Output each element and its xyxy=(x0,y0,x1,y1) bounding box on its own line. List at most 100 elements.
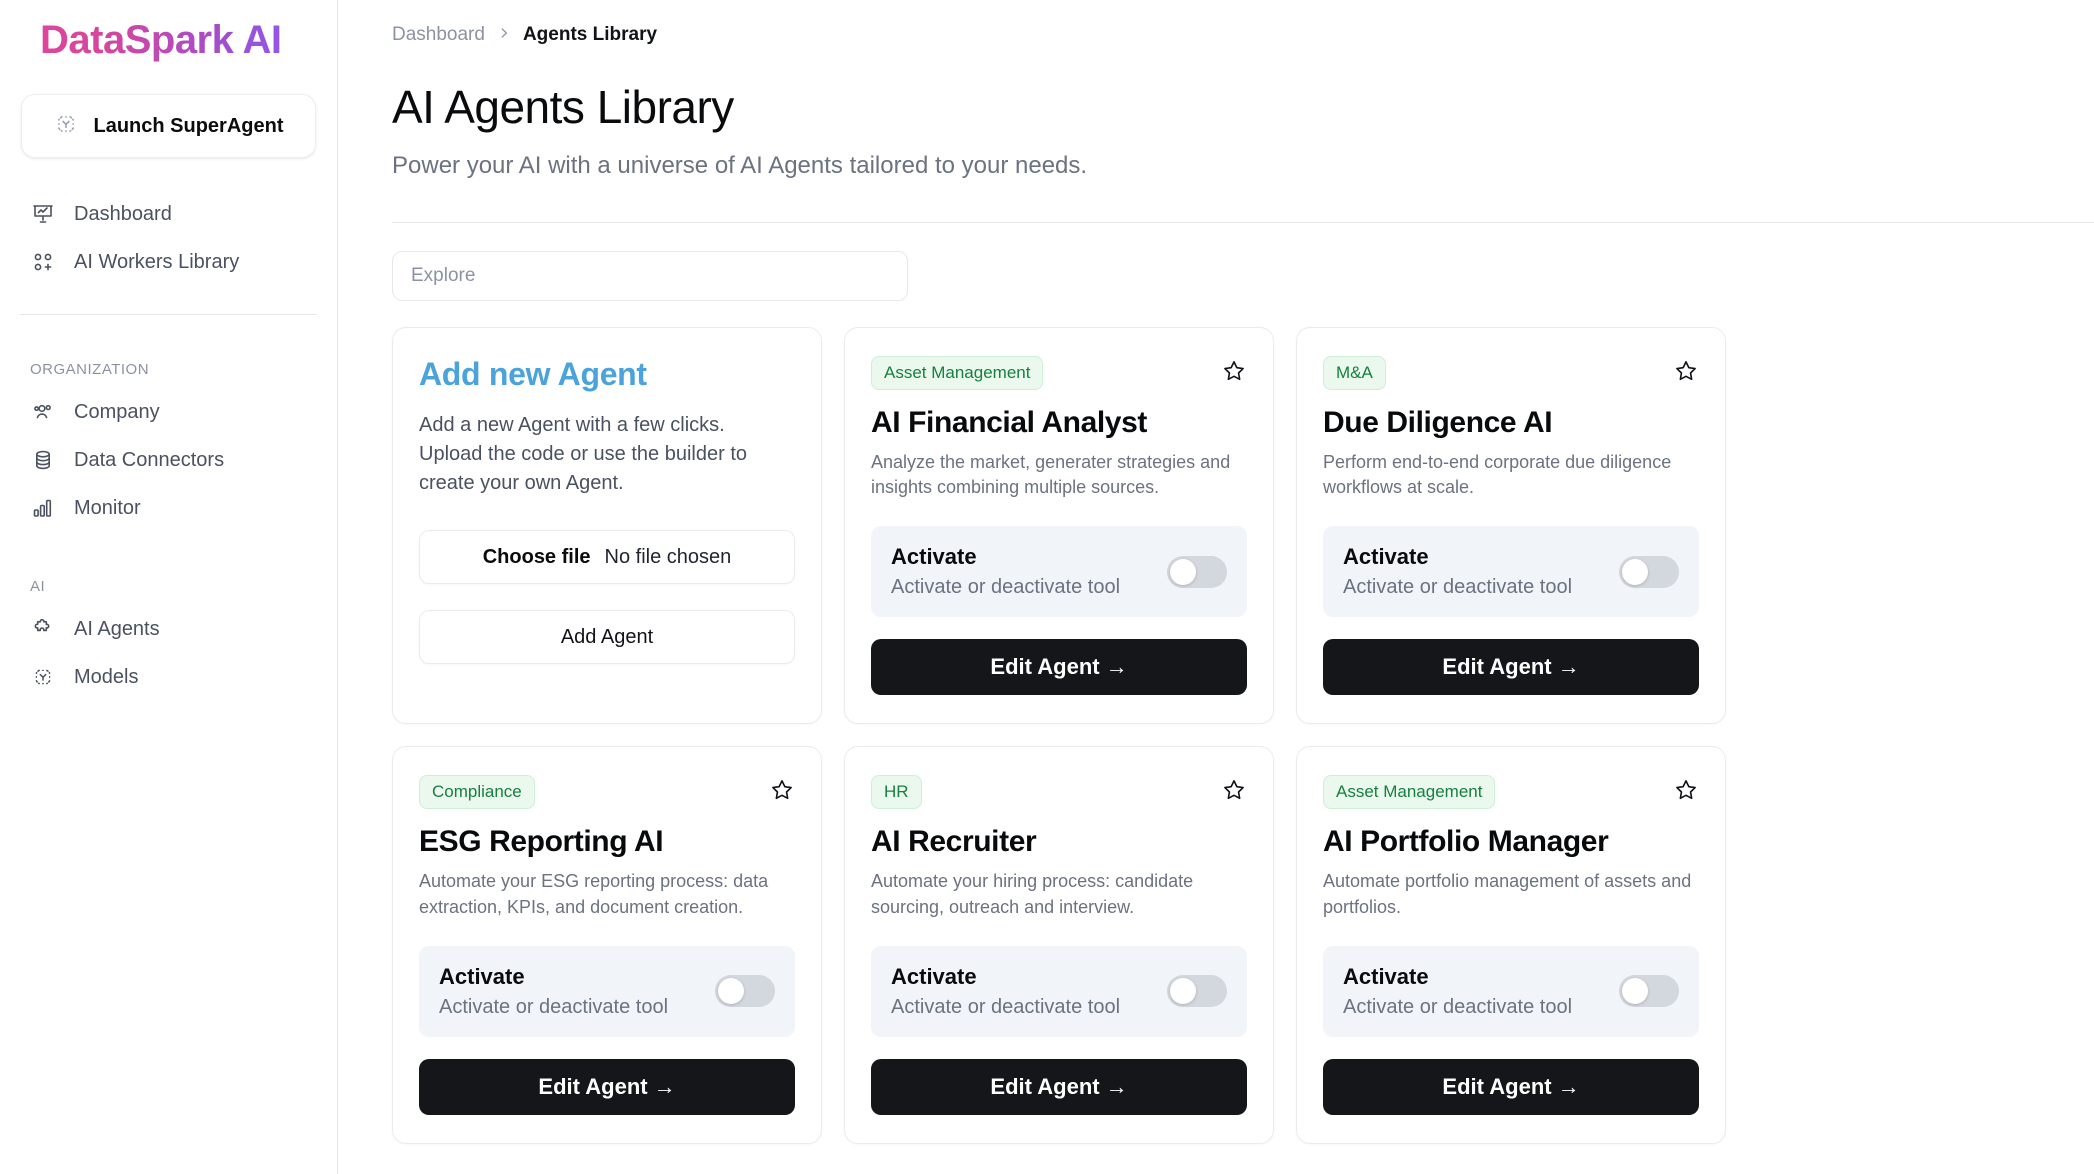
activate-subtitle: Activate or deactivate tool xyxy=(439,995,669,1018)
sidebar: DataSpark AI Launch SuperAgent Dashboard… xyxy=(0,0,338,1174)
activate-panel: Activate Activate or deactivate tool xyxy=(871,526,1247,618)
agent-card-header: Asset Management xyxy=(1323,775,1699,810)
agent-description: Automate your hiring process: candidate … xyxy=(871,871,1194,917)
agents-grid: Add new Agent Add a new Agent with a few… xyxy=(392,327,2094,1144)
edit-agent-label: Edit Agent xyxy=(990,654,1100,680)
sidebar-item-label: Data Connectors xyxy=(74,448,225,471)
favorite-star-icon[interactable] xyxy=(1673,777,1699,808)
edit-agent-button[interactable]: Edit Agent → xyxy=(1323,1058,1699,1115)
primary-nav: Dashboard AI Workers Library xyxy=(20,190,317,286)
brand-logo: DataSpark AI xyxy=(20,0,317,64)
page-subtitle: Power your AI with a universe of AI Agen… xyxy=(392,152,1088,179)
file-upload-control[interactable]: Choose file No file chosen xyxy=(419,530,795,584)
activate-panel: Activate Activate or deactivate tool xyxy=(1323,526,1699,618)
activate-toggle[interactable] xyxy=(1167,975,1227,1008)
favorite-star-icon[interactable] xyxy=(769,777,795,808)
bar-chart-icon xyxy=(30,495,56,521)
activate-title: Activate xyxy=(439,963,525,989)
edit-agent-button[interactable]: Edit Agent → xyxy=(1323,639,1699,696)
agent-card-header: Compliance xyxy=(419,775,795,810)
arrow-right-icon: → xyxy=(653,1073,676,1099)
workers-grid-plus-icon xyxy=(30,249,56,275)
add-agent-button[interactable]: Add Agent xyxy=(419,610,795,664)
sidebar-item-models[interactable]: Models xyxy=(20,653,317,701)
activate-text-block: Activate Activate or deactivate tool xyxy=(1343,964,1572,1019)
agent-name: AI Portfolio Manager xyxy=(1323,825,1609,859)
activate-text-block: Activate Activate or deactivate tool xyxy=(891,544,1120,599)
choose-file-button[interactable]: Choose file xyxy=(483,546,591,569)
agent-description: Automate portfolio management of assets … xyxy=(1323,871,1692,917)
sidebar-item-label: AI Workers Library xyxy=(74,250,240,273)
database-icon xyxy=(30,447,56,473)
sidebar-item-ai-agents[interactable]: AI Agents xyxy=(20,605,317,653)
agent-card: Asset Management AI Financial Analyst An… xyxy=(844,327,1274,725)
favorite-star-icon[interactable] xyxy=(1673,358,1699,389)
arrow-right-icon: → xyxy=(1557,654,1580,680)
favorite-star-icon[interactable] xyxy=(1221,777,1247,808)
toggle-knob xyxy=(1622,978,1648,1005)
agent-card: M&A Due Diligence AI Perform end-to-end … xyxy=(1296,327,1726,725)
sidebar-item-label: Monitor xyxy=(74,496,141,519)
breadcrumb: Dashboard Agents Library xyxy=(392,24,2094,46)
edit-agent-button[interactable]: Edit Agent → xyxy=(871,1058,1247,1115)
sidebar-item-monitor[interactable]: Monitor xyxy=(20,484,317,532)
agent-description: Analyze the market, generater strategies… xyxy=(871,452,1231,498)
agent-description: Perform end-to-end corporate due diligen… xyxy=(1323,452,1672,498)
agent-description: Automate your ESG reporting process: dat… xyxy=(419,871,769,917)
activate-subtitle: Activate or deactivate tool xyxy=(891,576,1121,599)
edit-agent-button[interactable]: Edit Agent → xyxy=(419,1058,795,1115)
launch-superagent-button[interactable]: Launch SuperAgent xyxy=(21,94,316,158)
search-input[interactable] xyxy=(392,251,908,301)
activate-toggle[interactable] xyxy=(1619,555,1679,588)
arrow-right-icon: → xyxy=(1557,1073,1580,1099)
superagent-icon xyxy=(53,111,79,142)
favorite-star-icon[interactable] xyxy=(1221,358,1247,389)
agent-card-header: Asset Management xyxy=(871,356,1247,390)
agent-card: Asset Management AI Portfolio Manager Au… xyxy=(1296,746,1726,1144)
sidebar-item-label: AI Agents xyxy=(74,617,160,640)
search-container xyxy=(392,251,2094,301)
agent-name: AI Financial Analyst xyxy=(871,406,1147,439)
dashboard-icon xyxy=(30,201,56,227)
sidebar-item-data-connectors[interactable]: Data Connectors xyxy=(20,436,317,484)
page-title: AI Agents Library xyxy=(392,81,734,133)
agent-name: ESG Reporting AI xyxy=(419,825,664,859)
activate-panel: Activate Activate or deactivate tool xyxy=(419,945,795,1037)
agent-name: AI Recruiter xyxy=(871,825,1037,859)
users-icon xyxy=(30,399,56,425)
activate-toggle[interactable] xyxy=(715,975,775,1008)
activate-title: Activate xyxy=(891,544,977,570)
arrow-right-icon: → xyxy=(1105,1073,1128,1099)
main-content: Dashboard Agents Library AI Agents Libra… xyxy=(338,0,2094,1174)
launch-superagent-label: Launch SuperAgent xyxy=(93,114,284,137)
edit-agent-label: Edit Agent xyxy=(990,1073,1100,1099)
activate-title: Activate xyxy=(1343,963,1429,989)
section-divider xyxy=(392,222,2094,223)
edit-agent-label: Edit Agent xyxy=(1442,1073,1552,1099)
status-badge: Asset Management xyxy=(1323,775,1496,810)
status-badge: M&A xyxy=(1323,356,1386,390)
activate-title: Activate xyxy=(891,963,977,989)
activate-text-block: Activate Activate or deactivate tool xyxy=(891,964,1120,1019)
add-new-agent-description: Add a new Agent with a few clicks. Uploa… xyxy=(419,414,747,494)
activate-subtitle: Activate or deactivate tool xyxy=(1343,576,1573,599)
sidebar-divider xyxy=(20,314,317,315)
toggle-knob xyxy=(1170,558,1196,585)
breadcrumb-dashboard-link[interactable]: Dashboard xyxy=(392,24,485,46)
sidebar-item-ai-workers-library[interactable]: AI Workers Library xyxy=(20,238,317,286)
sidebar-item-label: Dashboard xyxy=(74,202,172,225)
models-icon xyxy=(30,664,56,690)
agent-card: HR AI Recruiter Automate your hiring pro… xyxy=(844,746,1274,1144)
edit-agent-button[interactable]: Edit Agent → xyxy=(871,639,1247,696)
toggle-knob xyxy=(718,978,744,1005)
puzzle-icon xyxy=(30,616,56,642)
activate-toggle[interactable] xyxy=(1619,975,1679,1008)
sidebar-item-dashboard[interactable]: Dashboard xyxy=(20,190,317,238)
toggle-knob xyxy=(1622,558,1648,585)
activate-toggle[interactable] xyxy=(1167,555,1227,588)
status-badge: Compliance xyxy=(419,775,535,810)
edit-agent-label: Edit Agent xyxy=(1442,654,1552,680)
activate-subtitle: Activate or deactivate tool xyxy=(1343,995,1573,1018)
app-root: DataSpark AI Launch SuperAgent Dashboard… xyxy=(0,0,2094,1174)
sidebar-item-company[interactable]: Company xyxy=(20,388,317,436)
